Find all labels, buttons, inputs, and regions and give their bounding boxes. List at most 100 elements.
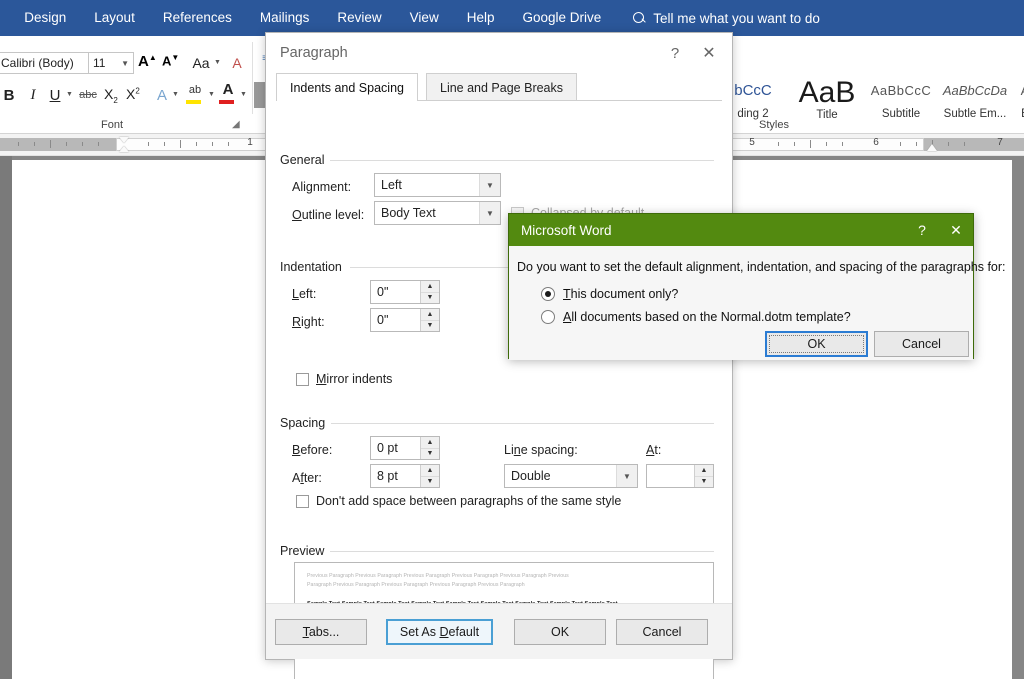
chevron-down-icon[interactable]: ▼ <box>240 91 247 98</box>
close-icon[interactable]: ✕ <box>939 214 973 246</box>
right-indent-marker[interactable] <box>927 144 937 151</box>
style-item-title[interactable]: AaB Title <box>790 76 864 121</box>
indent-left-spinner[interactable]: 0" ▲ ▼ <box>370 280 440 304</box>
shrink-font-button[interactable]: A▼ <box>162 53 179 68</box>
radio-all-documents-normal-dotm[interactable]: All documents based on the Normal.dotm t… <box>541 310 851 324</box>
underline-button[interactable]: U <box>44 84 66 106</box>
paragraph-cancel-button[interactable]: Cancel <box>616 619 708 645</box>
tell-me-search[interactable]: Tell me what you want to do <box>633 11 820 26</box>
tab-line-and-page-breaks[interactable]: Line and Page Breaks <box>426 73 577 101</box>
spinner-down-icon[interactable]: ▼ <box>421 293 439 304</box>
cancel-label: Cancel <box>902 337 941 351</box>
message-box-cancel-button[interactable]: Cancel <box>874 331 969 357</box>
text-highlight-button[interactable]: ab <box>184 81 206 99</box>
spinner-buttons[interactable]: ▲ ▼ <box>420 465 439 487</box>
spinner-buttons[interactable]: ▲ ▼ <box>420 309 439 331</box>
spacing-after-spinner[interactable]: 8 pt ▲ ▼ <box>370 464 440 488</box>
spacing-after-value: 8 pt <box>371 465 420 487</box>
spinner-down-icon[interactable]: ▼ <box>421 477 439 488</box>
outline-level-dropdown[interactable]: Body Text ▼ <box>374 201 501 225</box>
tab-indents-and-spacing[interactable]: Indents and Spacing <box>276 73 418 101</box>
style-item-subtle-emphasis[interactable]: AaBbCcDa Subtle Em... <box>938 76 1012 120</box>
ribbon-tab-layout[interactable]: Layout <box>80 0 149 36</box>
subscript-button[interactable]: X2 <box>104 86 118 105</box>
paragraph-ok-button[interactable]: OK <box>514 619 606 645</box>
spinner-down-icon[interactable]: ▼ <box>421 449 439 460</box>
mirror-indents-checkbox[interactable]: Mirror indents <box>296 372 392 386</box>
dont-add-space-checkbox[interactable]: Don't add space between paragraphs of th… <box>296 494 621 508</box>
tabs-button[interactable]: Tabs... <box>275 619 367 645</box>
chevron-down-icon[interactable]: ▼ <box>214 59 221 66</box>
paragraph-dialog-titlebar[interactable]: Paragraph ? ✕ <box>266 33 732 73</box>
radio-label: All documents based on the Normal.dotm t… <box>563 310 851 324</box>
style-item-emphasis[interactable]: A E <box>1012 76 1024 120</box>
clear-formatting-button[interactable]: A <box>226 52 248 74</box>
message-box-body: Do you want to set the default alignment… <box>509 246 973 360</box>
spinner-up-icon[interactable]: ▲ <box>421 465 439 477</box>
font-size-value: 11 <box>93 56 105 70</box>
indent-right-spinner[interactable]: 0" ▲ ▼ <box>370 308 440 332</box>
spinner-up-icon[interactable]: ▲ <box>421 309 439 321</box>
strikethrough-button[interactable]: abc <box>76 84 100 106</box>
italic-button[interactable]: I <box>22 84 44 106</box>
style-name: Subtitle <box>864 108 938 120</box>
style-sample: AaBbCcDa <box>938 78 1012 104</box>
spacing-before-spinner[interactable]: 0 pt ▲ ▼ <box>370 436 440 460</box>
ribbon-tab-mailings[interactable]: Mailings <box>246 0 324 36</box>
font-color-button[interactable]: A <box>218 80 238 99</box>
close-icon[interactable]: ✕ <box>692 38 726 68</box>
bold-label: B <box>4 87 15 104</box>
spinner-buttons[interactable]: ▲ ▼ <box>694 465 713 487</box>
tab-label: Line and Page Breaks <box>440 81 563 95</box>
style-name: Title <box>790 109 864 121</box>
spinner-up-icon[interactable]: ▲ <box>421 281 439 293</box>
alignment-dropdown[interactable]: Left ▼ <box>374 173 501 197</box>
line-spacing-label: Line spacing: <box>504 443 578 457</box>
spinner-down-icon[interactable]: ▼ <box>421 321 439 332</box>
text-effects-button[interactable]: A <box>152 84 172 106</box>
change-case-button[interactable]: Aa <box>188 52 214 74</box>
first-line-indent-marker[interactable] <box>119 137 129 143</box>
chevron-down-icon[interactable]: ▼ <box>208 91 215 98</box>
tell-me-label: Tell me what you want to do <box>653 11 820 26</box>
superscript-label: X <box>126 86 135 102</box>
outline-level-label: Outline level: <box>292 208 364 222</box>
font-color-swatch[interactable] <box>219 100 234 104</box>
ribbon-tab-references[interactable]: References <box>149 0 246 36</box>
ribbon-tab-google-drive[interactable]: Google Drive <box>508 0 615 36</box>
radio-this-document-only[interactable]: This document only? <box>541 287 678 301</box>
ribbon-tab-help[interactable]: Help <box>453 0 509 36</box>
section-divider <box>330 551 714 552</box>
paragraph-dialog-footer: Tabs... Set As Default OK Cancel <box>266 603 732 659</box>
spinner-down-icon[interactable]: ▼ <box>695 477 713 488</box>
ruler-margin-right <box>924 138 1024 151</box>
message-box-titlebar[interactable]: Microsoft Word ? ✕ <box>509 214 973 246</box>
spinner-up-icon[interactable]: ▲ <box>421 437 439 449</box>
ribbon-tab-review[interactable]: Review <box>323 0 395 36</box>
message-box-ok-button[interactable]: OK <box>765 331 868 357</box>
ribbon-tab-view[interactable]: View <box>396 0 453 36</box>
at-spinner[interactable]: ▲ ▼ <box>646 464 714 488</box>
line-spacing-dropdown[interactable]: Double ▼ <box>504 464 638 488</box>
style-item-subtitle[interactable]: AaBbCcC Subtitle <box>864 76 938 120</box>
set-as-default-button[interactable]: Set As Default <box>386 619 493 645</box>
help-icon[interactable]: ? <box>658 38 692 68</box>
grow-font-button[interactable]: A▲ <box>138 53 157 70</box>
help-icon[interactable]: ? <box>905 214 939 246</box>
ribbon-tab-design[interactable]: Design <box>10 0 80 36</box>
paragraph-dialog-tabs: Indents and Spacing Line and Page Breaks <box>276 73 732 101</box>
spinner-buttons[interactable]: ▲ ▼ <box>420 281 439 303</box>
hanging-indent-marker[interactable] <box>119 146 129 152</box>
chevron-down-icon[interactable]: ▼ <box>172 91 179 98</box>
bold-button[interactable]: B <box>0 84 20 106</box>
chevron-down-icon[interactable]: ▼ <box>66 91 73 98</box>
font-color-label: A <box>223 81 234 98</box>
spinner-buttons[interactable]: ▲ ▼ <box>420 437 439 459</box>
spinner-up-icon[interactable]: ▲ <box>695 465 713 477</box>
font-size-box[interactable]: 11 ▼ <box>88 52 134 74</box>
superscript-button[interactable]: X2 <box>126 86 140 102</box>
ribbon-tab-insert[interactable]: rt <box>0 0 10 36</box>
font-dialog-launcher[interactable]: ◢ <box>232 119 240 130</box>
style-name: E <box>1012 108 1024 120</box>
highlight-color-swatch[interactable] <box>186 100 201 104</box>
